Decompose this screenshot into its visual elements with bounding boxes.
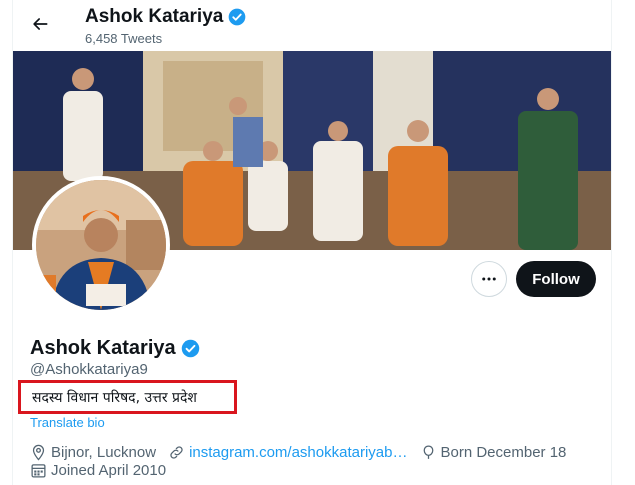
bio-highlight-box: सदस्य विधान परिषद, उत्तर प्रदेश (18, 380, 237, 414)
tweet-count: 6,458 Tweets (85, 31, 163, 46)
birthday-item: Born December 18 (420, 444, 567, 461)
website-item[interactable]: instagram.com/ashokkatariyab… (168, 444, 408, 461)
joined-item: Joined April 2010 (30, 462, 166, 479)
profile-handle: @Ashokkatariya9 (30, 361, 148, 378)
more-icon (482, 277, 496, 281)
translate-bio-link[interactable]: Translate bio (30, 415, 105, 430)
verified-badge-icon (180, 338, 201, 359)
location-item: Bijnor, Lucknow (30, 444, 156, 461)
profile-meta-joined: Joined April 2010 (30, 462, 178, 479)
avatar[interactable] (32, 176, 170, 314)
birthday-text: Born December 18 (440, 444, 567, 461)
link-icon (170, 446, 183, 459)
birthday-icon (423, 445, 433, 459)
follow-button[interactable]: Follow (516, 261, 596, 297)
calendar-icon (31, 464, 46, 478)
profile-page: Ashok Katariya 6,458 Tweets Follow Ashok… (12, 0, 612, 485)
more-button[interactable] (471, 261, 507, 297)
profile-name-row: Ashok Katariya (30, 337, 201, 360)
back-button[interactable] (23, 7, 57, 41)
website-link[interactable]: instagram.com/ashokkatariyab… (189, 444, 407, 461)
profile-meta: Bijnor, Lucknow instagram.com/ashokkatar… (30, 444, 578, 461)
header-name: Ashok Katariya (85, 6, 224, 27)
profile-name: Ashok Katariya (30, 337, 176, 359)
verified-badge-icon (227, 7, 247, 27)
back-arrow-icon (33, 18, 48, 30)
bio-text: सदस्य विधान परिषद, उत्तर प्रदेश (32, 390, 197, 406)
profile-header: Ashok Katariya 6,458 Tweets (13, 0, 611, 52)
location-icon (32, 444, 45, 461)
header-title: Ashok Katariya (85, 6, 247, 28)
location-text: Bijnor, Lucknow (51, 444, 157, 461)
joined-text: Joined April 2010 (51, 462, 167, 479)
